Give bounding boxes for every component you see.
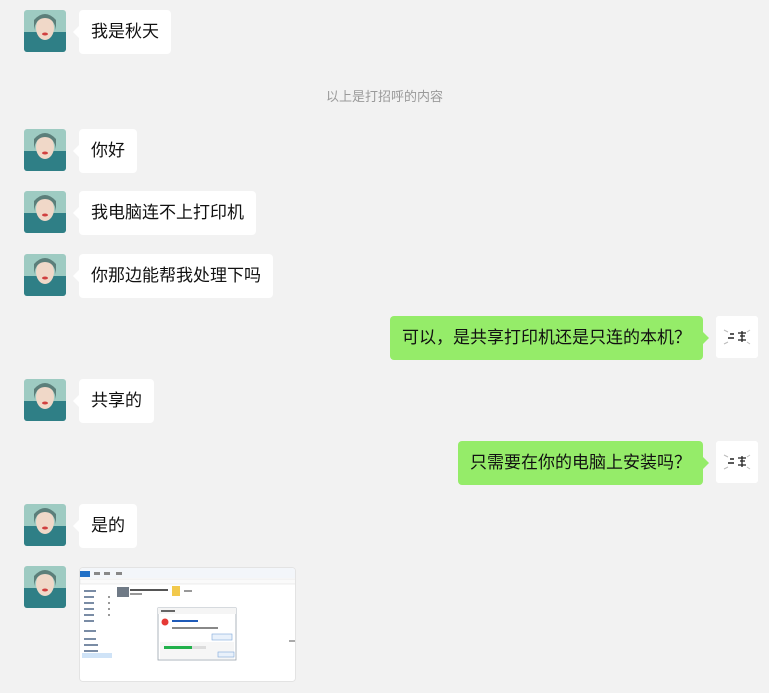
message-bubble[interactable]: 我电脑连不上打印机 xyxy=(73,191,256,235)
sender-avatar-icon[interactable] xyxy=(24,191,66,233)
sender-avatar-icon[interactable] xyxy=(24,566,66,608)
sender-avatar-icon[interactable] xyxy=(24,10,66,52)
sender-avatar-icon[interactable] xyxy=(24,129,66,171)
message-bubble[interactable]: 共享的 xyxy=(73,379,154,423)
sender-avatar-icon[interactable] xyxy=(24,254,66,296)
message-bubble[interactable]: 是的 xyxy=(73,504,137,548)
message-bubble[interactable]: 你好 xyxy=(73,129,137,173)
my-avatar-icon[interactable] xyxy=(716,316,758,358)
printer-install-screenshot-image xyxy=(80,568,295,681)
message-bubble[interactable]: 你那边能帮我处理下吗 xyxy=(73,254,273,298)
message-bubble[interactable]: 我是秋天 xyxy=(73,10,171,54)
message-bubble-sent[interactable]: 可以，是共享打印机还是只连的本机？ xyxy=(390,316,709,360)
message-bubble-sent[interactable]: 只需要在你的电脑上安装吗？ xyxy=(458,441,709,485)
image-message-thumbnail[interactable] xyxy=(79,567,296,682)
my-avatar-icon[interactable] xyxy=(716,441,758,483)
sender-avatar-icon[interactable] xyxy=(24,504,66,546)
sender-avatar-icon[interactable] xyxy=(24,379,66,421)
system-notice: 以上是打招呼的内容 xyxy=(325,90,443,105)
